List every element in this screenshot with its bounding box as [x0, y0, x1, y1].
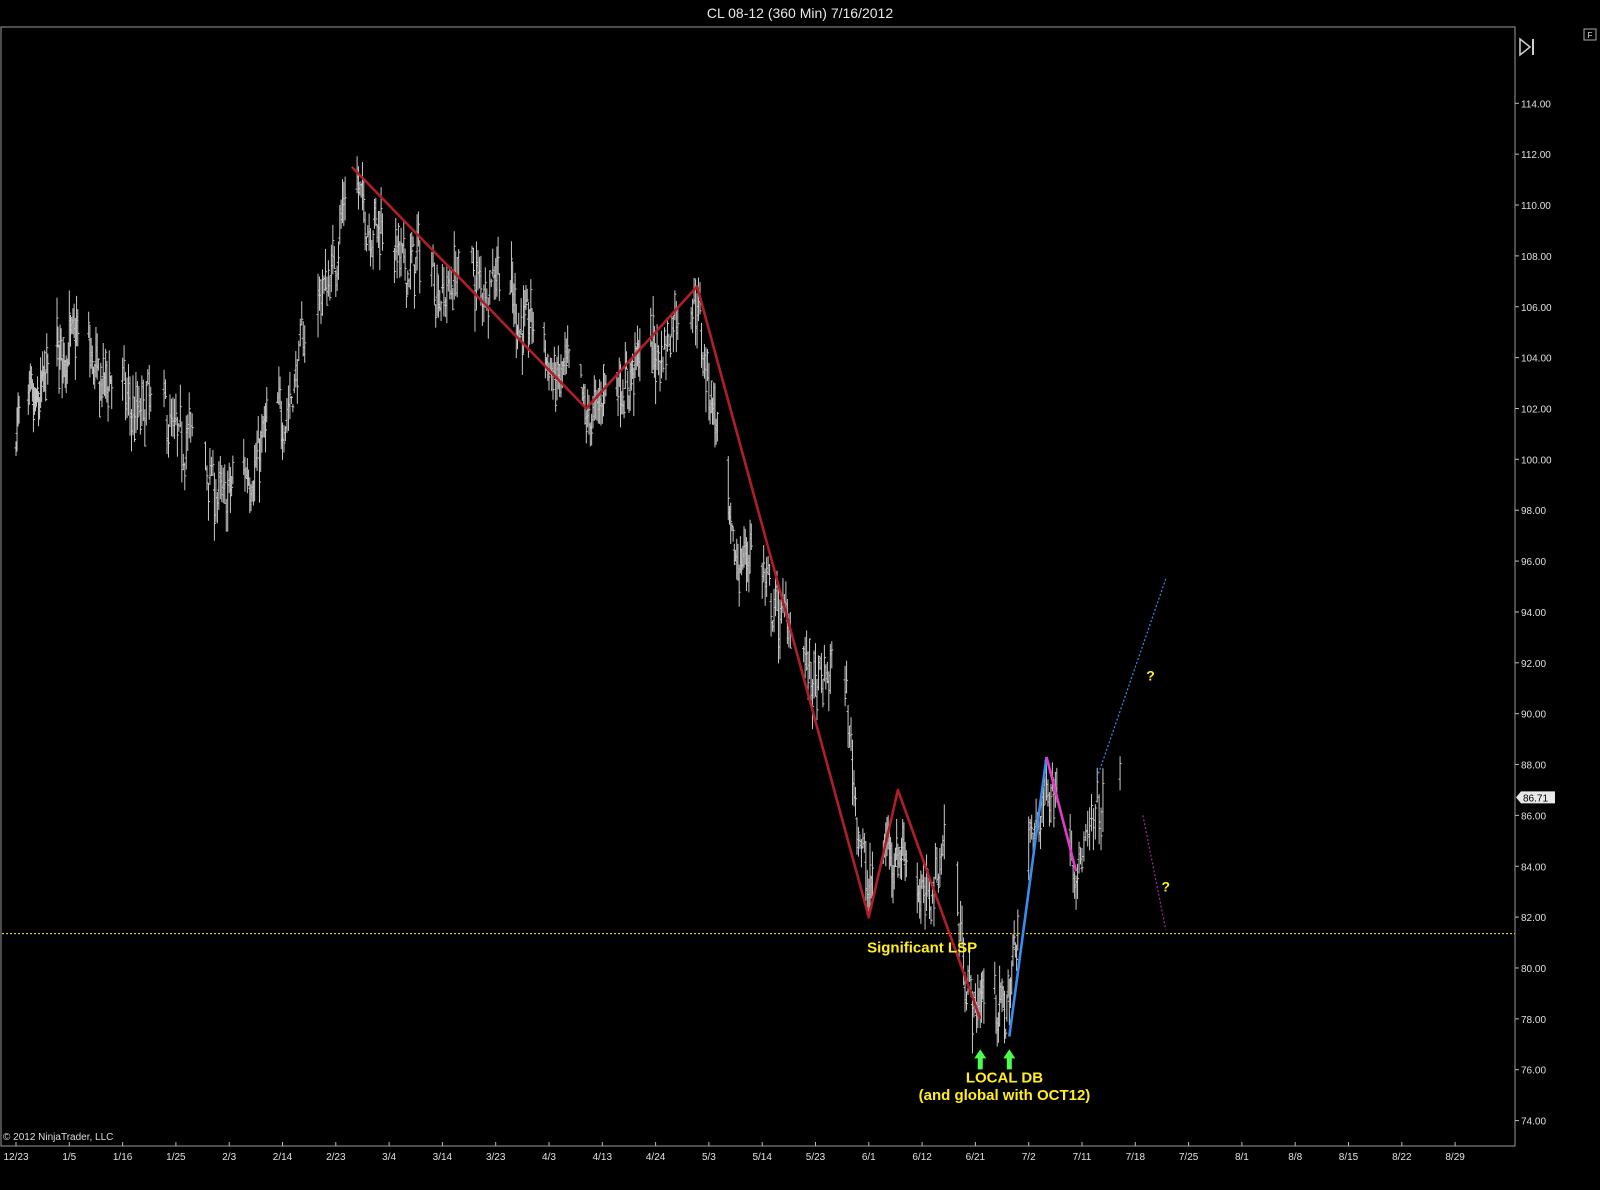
ohlc-bars: [14, 156, 1122, 1054]
svg-text:86.71: 86.71: [1523, 793, 1548, 804]
ohlc-bar: [1086, 810, 1090, 847]
x-tick-label: 2/14: [273, 1152, 293, 1163]
x-tick-label: 6/21: [966, 1152, 986, 1163]
svg-text:F: F: [1588, 31, 1593, 40]
ohlc-bar: [1093, 804, 1097, 840]
y-tick-label: 114.00: [1521, 99, 1551, 110]
price-chart[interactable]: 74.00 76.00 78.00 80.00 82.00 84.00 86.00 88.00…: [0, 0, 1600, 1190]
y-tick-label: 82.00: [1521, 913, 1546, 924]
ohlc-bar: [1084, 823, 1088, 842]
x-tick-label: 4/13: [593, 1152, 613, 1163]
ohlc-bar: [1091, 808, 1095, 851]
x-tick-label: 2/3: [222, 1152, 236, 1163]
ohlc-bar: [1097, 794, 1101, 845]
ohlc-bar: [107, 350, 111, 392]
x-tick-label: 7/18: [1126, 1152, 1146, 1163]
y-tick-label: 102.00: [1521, 404, 1552, 415]
ohlc-bar: [178, 384, 182, 428]
y-tick-label: 84.00: [1521, 862, 1546, 873]
annotation-label: LOCAL DB: [966, 1069, 1043, 1086]
annotation-label: (and global with OCT12): [919, 1087, 1091, 1104]
ohlc-bar: [649, 307, 653, 348]
ohlc-bar: [291, 403, 295, 413]
x-tick-label: 1/25: [166, 1152, 186, 1163]
ohlc-bar: [432, 262, 436, 305]
copyright-notice: © 2012 NinjaTrader, LLC: [3, 1132, 114, 1143]
up-arrow-icon: [974, 1049, 987, 1070]
ohlc-bar: [956, 861, 960, 917]
y-tick-label: 108.00: [1521, 252, 1552, 263]
ohlc-bar: [993, 961, 997, 995]
x-tick-label: 7/11: [1073, 1152, 1092, 1163]
ohlc-bar: [1005, 994, 1009, 1022]
y-tick-label: 78.00: [1521, 1015, 1546, 1026]
ohlc-bar: [519, 298, 523, 335]
up-arrow-icon: [1003, 1049, 1016, 1070]
last-price-badge: 86.71: [1516, 791, 1555, 804]
y-tick-label: 104.00: [1521, 354, 1552, 365]
x-tick-label: 3/23: [486, 1152, 506, 1163]
plot-frame: [0, 26, 1516, 1147]
y-tick-label: 100.00: [1521, 455, 1552, 466]
ohlc-bar: [1082, 831, 1086, 862]
question-mark-label: ?: [1146, 668, 1155, 684]
x-tick-label: 5/3: [702, 1152, 716, 1163]
y-tick-label: 88.00: [1521, 761, 1546, 772]
x-tick-label: 5/14: [752, 1152, 772, 1163]
y-tick-label: 80.00: [1521, 964, 1546, 975]
ohlc-bar: [418, 240, 422, 294]
ohlc-bar: [180, 421, 184, 483]
wave-line-red: [350, 165, 982, 1020]
x-tick-label: 12/23: [3, 1152, 28, 1163]
ohlc-bar: [1118, 756, 1122, 791]
y-tick-label: 90.00: [1521, 710, 1546, 721]
wave-line-purple-dotted: [1142, 815, 1167, 930]
ohlc-bar: [1016, 909, 1020, 951]
y-tick-label: 92.00: [1521, 659, 1546, 670]
x-tick-label: 3/14: [433, 1152, 453, 1163]
x-tick-label: 6/1: [862, 1152, 876, 1163]
question-mark-label: ?: [1161, 879, 1170, 895]
y-tick-label: 98.00: [1521, 506, 1546, 517]
ohlc-bar: [497, 273, 501, 302]
y-tick-label: 74.00: [1521, 1117, 1546, 1128]
skip-to-end-icon[interactable]: [1517, 36, 1539, 58]
x-tick-label: 1/16: [113, 1152, 133, 1163]
x-tick-label: 3/4: [382, 1152, 396, 1163]
wave-line-blue-dotted: [1096, 578, 1167, 778]
x-tick-label: 8/29: [1445, 1152, 1465, 1163]
x-tick-label: 7/25: [1179, 1152, 1199, 1163]
x-tick-label: 8/1: [1235, 1152, 1249, 1163]
y-tick-label: 106.00: [1521, 303, 1552, 314]
ohlc-bar: [1088, 807, 1092, 851]
x-tick-label: 8/15: [1339, 1152, 1359, 1163]
panel-tag[interactable]: F: [1583, 28, 1597, 41]
x-tick-label: 2/23: [326, 1152, 346, 1163]
y-tick-label: 94.00: [1521, 608, 1546, 619]
y-tick-label: 86.00: [1521, 811, 1546, 822]
y-tick-label: 110.00: [1521, 201, 1551, 212]
time-axis: 12/23 1/5 1/16 1/25 2/3 2/14 2/23 3/4 3/14 3/23 4/…: [3, 1142, 1465, 1163]
annotations: Significant LSP LOCAL DB(and global with …: [867, 668, 1170, 1105]
y-tick-label: 96.00: [1521, 557, 1546, 568]
x-tick-label: 8/22: [1392, 1152, 1412, 1163]
x-tick-label: 8/8: [1288, 1152, 1302, 1163]
x-tick-label: 7/2: [1022, 1152, 1036, 1163]
ohlc-bar: [110, 375, 114, 410]
x-tick-label: 1/5: [62, 1152, 76, 1163]
x-tick-label: 5/23: [806, 1152, 826, 1163]
ohlc-bar: [1101, 768, 1105, 833]
price-axis: 74.00 76.00 78.00 80.00 82.00 84.00 86.00 88.00…: [1515, 99, 1555, 1128]
x-tick-label: 6/12: [912, 1152, 932, 1163]
ohlc-bar: [579, 364, 583, 378]
ohlc-bar: [1099, 807, 1103, 851]
x-tick-label: 4/24: [646, 1152, 666, 1163]
x-tick-label: 4/3: [542, 1152, 556, 1163]
y-tick-label: 76.00: [1521, 1066, 1546, 1077]
annotation-label: Significant LSP: [867, 940, 977, 957]
wave-lines: [2, 165, 1515, 1037]
wave-line-blue: [1008, 756, 1048, 1037]
y-tick-label: 112.00: [1521, 150, 1551, 161]
